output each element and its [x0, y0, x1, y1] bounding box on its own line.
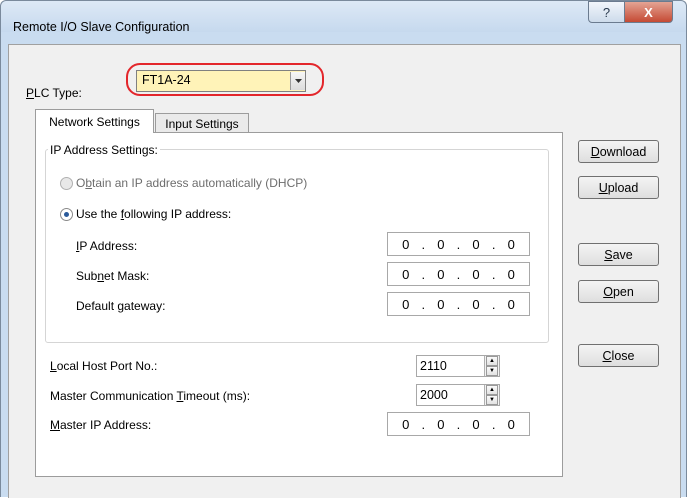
network-settings-panel: IP Address Settings: Obtain an IP addres… — [35, 132, 563, 477]
subnet-mask-label: Subnet Mask: — [76, 269, 150, 283]
dhcp-label: Obtain an IP address automatically (DHCP… — [76, 176, 308, 190]
tab-input-settings[interactable]: Input Settings — [155, 113, 249, 133]
spin-down-icon[interactable]: ▼ — [486, 395, 498, 405]
dialog-client-area: PLC Type: FT1A-24 Network Settings Input… — [8, 44, 681, 498]
tab-network-settings[interactable]: Network Settings — [35, 109, 154, 133]
master-timeout-input[interactable]: 2000 ▲ ▼ — [416, 384, 500, 406]
close-button[interactable]: Close — [578, 344, 659, 367]
spin-up-icon[interactable]: ▲ — [486, 356, 498, 366]
highlight-ring — [126, 63, 324, 96]
tab-network-settings-label: Network Settings — [49, 114, 140, 129]
gateway-input[interactable]: 0.0.0.0 — [387, 292, 530, 316]
static-ip-label: Use the following IP address: — [76, 207, 232, 221]
close-icon: X — [644, 4, 653, 20]
tab-input-settings-label: Input Settings — [165, 116, 239, 131]
download-button[interactable]: Download — [578, 140, 659, 163]
title-bar: Remote I/O Slave Configuration ? X — [1, 1, 686, 34]
master-timeout-spinner[interactable]: ▲ ▼ — [484, 385, 499, 405]
window-title: Remote I/O Slave Configuration — [13, 20, 190, 34]
ip-address-label: IP Address: — [76, 239, 138, 253]
static-ip-radio[interactable] — [60, 208, 73, 221]
help-button[interactable]: ? — [588, 1, 625, 23]
local-host-port-value: 2110 — [420, 359, 447, 373]
master-timeout-label: Master Communication Timeout (ms): — [50, 389, 251, 403]
local-host-port-spinner[interactable]: ▲ ▼ — [484, 356, 499, 376]
dialog-window: Remote I/O Slave Configuration ? X PLC T… — [0, 0, 687, 498]
save-button[interactable]: Save — [578, 243, 659, 266]
upload-button[interactable]: Upload — [578, 176, 659, 199]
open-button[interactable]: Open — [578, 280, 659, 303]
ip-settings-group-label: IP Address Settings: — [48, 143, 160, 157]
subnet-mask-input[interactable]: 0.0.0.0 — [387, 262, 530, 286]
plc-type-label: PLC Type: — [26, 86, 82, 100]
spin-up-icon[interactable]: ▲ — [486, 385, 498, 395]
ip-address-input[interactable]: 0.0.0.0 — [387, 232, 530, 256]
master-timeout-value: 2000 — [420, 388, 448, 402]
master-ip-input[interactable]: 0.0.0.0 — [387, 412, 530, 436]
window-close-button[interactable]: X — [624, 1, 673, 23]
local-host-port-label: Local Host Port No.: — [50, 359, 158, 373]
help-icon: ? — [602, 4, 611, 20]
local-host-port-input[interactable]: 2110 ▲ ▼ — [416, 355, 500, 377]
gateway-label: Default gateway: — [76, 299, 166, 313]
spin-down-icon[interactable]: ▼ — [486, 366, 498, 376]
master-ip-label: Master IP Address: — [50, 418, 152, 432]
dhcp-radio[interactable] — [60, 177, 73, 190]
